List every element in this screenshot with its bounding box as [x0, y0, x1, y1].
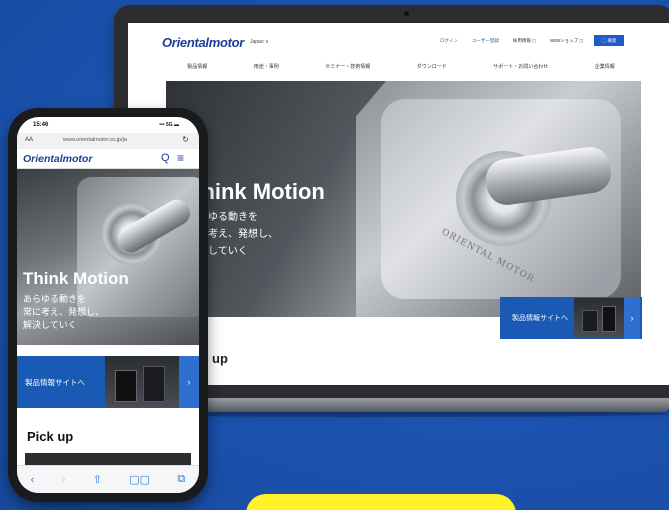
nav-item-applications[interactable]: 用途・事例 — [254, 63, 279, 77]
site-header: Orientalmotor Japan ∨ ログイン ユーザー登録 採用情報 ◻… — [128, 23, 669, 59]
bookmarks-icon[interactable]: ▢▢ — [129, 473, 150, 486]
phone-screen: 15:46 ••• 5G ▬ AA www.orientalmotor.co.j… — [17, 117, 199, 493]
phone-frame: 15:46 ••• 5G ▬ AA www.orientalmotor.co.j… — [8, 108, 208, 502]
camera-dot — [404, 11, 409, 16]
chevron-right-icon: › — [624, 297, 640, 339]
status-time: 15:46 — [33, 122, 49, 128]
nav-item-company[interactable]: 企業情報 — [595, 63, 615, 77]
product-site-label: 製品情報サイトへ — [512, 315, 568, 322]
product-thumbnail — [574, 298, 624, 338]
cta-button[interactable] — [246, 494, 516, 510]
mobile-product-site-label: 製品情報サイトへ — [25, 377, 85, 387]
main-nav: 製品情報 用途・事例 セミナー・技術情報 ダウンロード サポート・お問い合わせ … — [128, 63, 669, 77]
mobile-hero-banner: Think Motion あらゆる動きを 常に考え、発想し、 解決していく — [17, 169, 199, 345]
nav-item-downloads[interactable]: ダウンロード — [417, 63, 447, 77]
language-selector[interactable]: Japan ∨ — [250, 39, 269, 45]
laptop-screen: Orientalmotor Japan ∨ ログイン ユーザー登録 採用情報 ◻… — [128, 23, 669, 385]
address-bar[interactable]: AA www.orientalmotor.co.jp/ja ↻ — [17, 133, 199, 149]
login-link[interactable]: ログイン — [440, 38, 458, 44]
browser-toolbar: ‹ › ⇧ ▢▢ ⧉ — [17, 465, 199, 493]
share-icon[interactable]: ⇧ — [93, 473, 102, 486]
tabs-icon[interactable]: ⧉ — [177, 473, 185, 486]
mobile-product-thumbnail — [105, 356, 179, 408]
signal-icon: ••• 5G ▬ — [159, 122, 179, 128]
back-icon[interactable]: ‹ — [31, 474, 35, 486]
nav-item-products[interactable]: 製品情報 — [187, 63, 207, 77]
recruit-link[interactable]: 採用情報 ◻ — [513, 38, 536, 44]
mobile-hero-title: Think Motion — [23, 269, 129, 288]
utility-links: ログイン ユーザー登録 採用情報 ◻ WEBショップ ◻ — [440, 38, 583, 44]
url-text[interactable]: www.orientalmotor.co.jp/ja — [63, 137, 127, 143]
forward-icon[interactable]: › — [62, 474, 66, 486]
nav-item-support[interactable]: サポート・お問い合わせ — [493, 63, 548, 77]
mobile-site-logo[interactable]: Orientalmotor — [23, 153, 92, 165]
pickup-heading: up — [212, 351, 228, 366]
nav-item-seminars[interactable]: セミナー・技術情報 — [325, 63, 370, 77]
menu-icon[interactable]: ≡ — [177, 151, 184, 165]
mobile-product-site-button[interactable]: 製品情報サイトへ › — [17, 356, 199, 408]
mobile-pickup-heading: Pick up — [27, 429, 74, 444]
site-logo[interactable]: Orientalmotor — [162, 35, 244, 50]
search-button[interactable]: ◯ 検索 — [594, 35, 624, 46]
search-icon[interactable]: Q — [161, 152, 170, 164]
hero-banner: ORIENTAL MOTOR Think Motion あらゆる動きを 常に考え… — [166, 81, 641, 317]
text-size-button[interactable]: AA — [25, 137, 33, 143]
register-link[interactable]: ユーザー登録 — [472, 38, 499, 44]
webshop-link[interactable]: WEBショップ ◻ — [550, 38, 583, 44]
status-bar: 15:46 ••• 5G ▬ — [17, 117, 199, 133]
mobile-site-header: Orientalmotor Q ≡ — [17, 149, 199, 169]
chevron-right-icon: › — [179, 356, 199, 408]
product-site-button[interactable]: 製品情報サイトへ › — [500, 297, 642, 339]
pickup-thumbnail[interactable] — [25, 453, 191, 465]
mobile-hero-subtitle: あらゆる動きを 常に考え、発想し、 解決していく — [23, 294, 105, 330]
reload-icon[interactable]: ↻ — [182, 135, 189, 144]
hero-title: Think Motion — [188, 179, 325, 204]
